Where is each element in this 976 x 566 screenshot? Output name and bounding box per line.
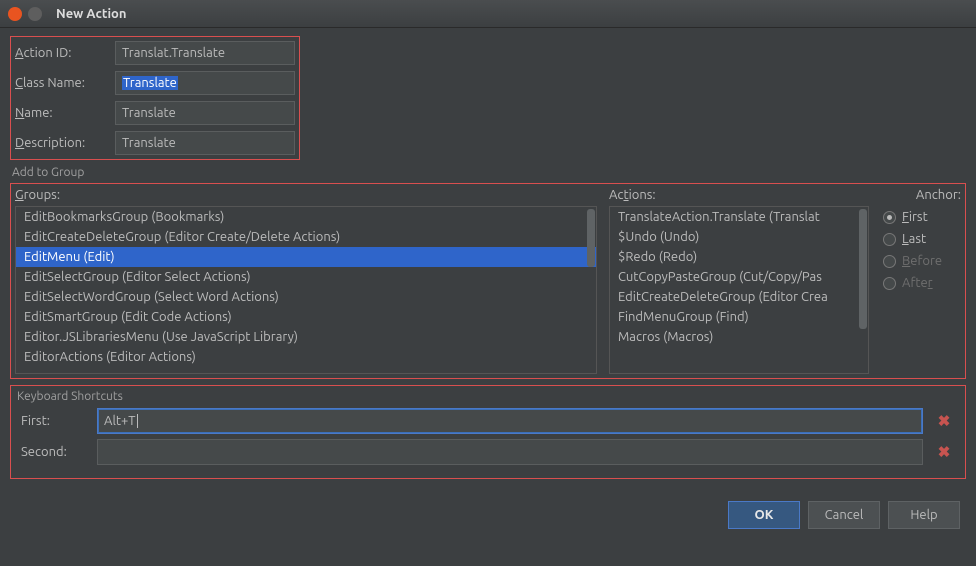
anchor-option: Before (881, 250, 961, 272)
list-item[interactable]: EditSelectWordGroup (Select Word Actions… (16, 287, 596, 307)
radio-icon[interactable] (883, 233, 896, 246)
list-item[interactable]: CutCopyPasteGroup (Cut/Copy/Pas (610, 267, 868, 287)
list-item[interactable]: EditCreateDeleteGroup (Editor Create/Del… (16, 227, 596, 247)
second-shortcut-field[interactable] (97, 439, 923, 465)
dialog-buttons: OK Cancel Help (10, 485, 966, 535)
close-icon[interactable] (8, 7, 22, 21)
scrollbar-thumb[interactable] (859, 209, 867, 329)
list-item[interactable]: EditBookmarksGroup (Bookmarks) (16, 207, 596, 227)
dialog-content: Action ID: Class Name: Translate Name: D… (0, 28, 976, 545)
actions-list[interactable]: TranslateAction.Translate (Translat$Undo… (609, 206, 869, 374)
keyboard-shortcuts-legend: Keyboard Shortcuts (17, 390, 959, 403)
anchor-option[interactable]: First (881, 206, 961, 228)
radio-icon[interactable] (883, 211, 896, 224)
first-shortcut-label: First: (21, 414, 87, 428)
window-buttons (8, 7, 42, 21)
radio-label: Last (902, 232, 926, 246)
radio-icon (883, 277, 896, 290)
groups-column: Groups: EditBookmarksGroup (Bookmarks)Ed… (15, 188, 597, 374)
keyboard-shortcuts-section: Keyboard Shortcuts First: Alt+T ✖ Second… (10, 385, 966, 479)
list-item[interactable]: $Undo (Undo) (610, 227, 868, 247)
ok-button[interactable]: OK (728, 501, 800, 529)
description-field[interactable] (115, 131, 295, 155)
form-section: Action ID: Class Name: Translate Name: D… (10, 36, 300, 160)
list-item[interactable]: FindMenuGroup (Find) (610, 307, 868, 327)
radio-label: After (902, 276, 933, 290)
list-item[interactable]: Editor.JSLibrariesMenu (Use JavaScript L… (16, 327, 596, 347)
class-name-field[interactable]: Translate (115, 71, 295, 95)
list-item[interactable]: EditCreateDeleteGroup (Editor Crea (610, 287, 868, 307)
minimize-icon[interactable] (28, 7, 42, 21)
actions-column: Actions: TranslateAction.Translate (Tran… (609, 188, 869, 374)
cancel-button[interactable]: Cancel (808, 501, 880, 529)
list-item[interactable]: $Redo (Redo) (610, 247, 868, 267)
name-field[interactable] (115, 101, 295, 125)
second-shortcut-label: Second: (21, 445, 87, 459)
radio-icon (883, 255, 896, 268)
first-shortcut-field[interactable]: Alt+T (97, 408, 923, 434)
class-name-label: Class Name: (15, 76, 105, 90)
anchor-option: After (881, 272, 961, 294)
anchor-option[interactable]: Last (881, 228, 961, 250)
list-item[interactable]: EditSmartGroup (Edit Code Actions) (16, 307, 596, 327)
anchor-label: Anchor: (881, 188, 961, 202)
list-item[interactable]: EditorActions (Editor Actions) (16, 347, 596, 367)
list-item[interactable]: EditSelectGroup (Editor Select Actions) (16, 267, 596, 287)
add-to-group-label: Add to Group (12, 166, 966, 179)
actions-label: Actions: (609, 188, 869, 202)
clear-first-icon[interactable]: ✖ (933, 412, 955, 430)
groups-label: Groups: (15, 188, 597, 202)
action-id-field[interactable] (115, 41, 295, 65)
add-to-group-section: Groups: EditBookmarksGroup (Bookmarks)Ed… (10, 183, 966, 379)
list-item[interactable]: TranslateAction.Translate (Translat (610, 207, 868, 227)
scrollbar-thumb[interactable] (587, 209, 595, 267)
radio-label: Before (902, 254, 942, 268)
description-label: Description: (15, 136, 105, 150)
groups-list[interactable]: EditBookmarksGroup (Bookmarks)EditCreate… (15, 206, 597, 374)
list-item[interactable]: Macros (Macros) (610, 327, 868, 347)
name-label: Name: (15, 106, 105, 120)
window-title: New Action (56, 7, 127, 21)
titlebar: New Action (0, 0, 976, 28)
anchor-column: Anchor: First Last Before After (881, 188, 961, 374)
list-item[interactable]: EditMenu (Edit) (16, 247, 596, 267)
radio-label: First (902, 210, 928, 224)
help-button[interactable]: Help (888, 501, 960, 529)
action-id-label: Action ID: (15, 46, 105, 60)
clear-second-icon[interactable]: ✖ (933, 443, 955, 461)
